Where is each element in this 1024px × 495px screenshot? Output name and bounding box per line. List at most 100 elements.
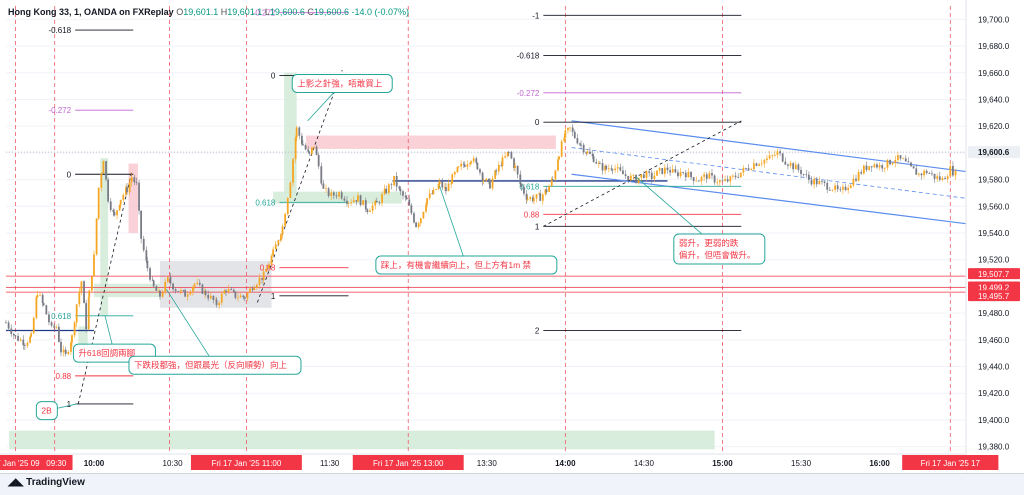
candle-body xyxy=(569,127,571,129)
candle-body xyxy=(450,183,453,185)
callout-text: 偏升，但唔會做升。 xyxy=(679,250,756,260)
candle-body xyxy=(251,288,254,290)
candle-body xyxy=(338,192,340,197)
candle-body xyxy=(831,189,834,191)
candle-body xyxy=(802,174,805,175)
candle-body xyxy=(383,188,386,195)
candle-body xyxy=(29,336,31,343)
candle-body xyxy=(307,149,310,152)
tradingview-brand[interactable]: ◢◣ TradingView xyxy=(8,477,85,488)
candle-body xyxy=(415,222,417,228)
candle-body xyxy=(410,205,413,214)
candle-body xyxy=(614,168,616,171)
candle-body xyxy=(797,164,800,170)
candle-body xyxy=(437,184,440,190)
candle-body xyxy=(591,153,594,157)
candle-body xyxy=(779,151,781,154)
candle-body xyxy=(784,161,787,165)
candle-body xyxy=(582,144,585,153)
candle-body xyxy=(891,162,894,165)
fib-set-3-level-label: -0.618 xyxy=(517,51,540,60)
candle-body xyxy=(274,244,277,250)
candle-body xyxy=(220,293,223,303)
candle-body xyxy=(653,175,656,179)
candle-body xyxy=(234,291,237,298)
callout-text: 踩上，有機會繼續向上，但上方有1m 禁 xyxy=(381,260,532,270)
candle-body xyxy=(616,167,619,169)
symbol-name[interactable]: Hong Kong 33, 1, OANDA on FXReplay xyxy=(8,7,174,17)
candle-body xyxy=(161,292,164,297)
candle-body xyxy=(184,290,187,297)
candle-body xyxy=(100,173,103,188)
candle-body xyxy=(857,172,860,181)
candle-body xyxy=(152,280,155,287)
candle-body xyxy=(109,201,112,211)
candle-body xyxy=(272,249,275,256)
candle-body xyxy=(481,172,484,182)
candle-body xyxy=(868,166,871,170)
candle-body xyxy=(22,339,25,346)
candle-body xyxy=(514,165,516,169)
candle-body xyxy=(41,294,44,304)
candle-body xyxy=(192,286,194,293)
candle-body xyxy=(807,174,810,180)
candle-body xyxy=(286,198,289,215)
candle-body xyxy=(457,166,460,168)
candle-body xyxy=(886,159,889,168)
price-tick-label: 19,560.0 xyxy=(978,202,1010,211)
candle-body xyxy=(766,158,768,160)
candle-body xyxy=(773,154,776,156)
candle-body xyxy=(501,157,504,166)
candle-body xyxy=(128,182,131,192)
price-tick-label: 19,540.0 xyxy=(978,229,1010,238)
candle-body xyxy=(705,174,708,179)
change-value: -14.0 (-0.07%) xyxy=(351,7,410,17)
fib-set-3-level-label: 2 xyxy=(535,326,540,335)
candle-body xyxy=(737,177,740,178)
candle-body xyxy=(97,187,100,219)
candle-body xyxy=(88,290,91,298)
candle-body xyxy=(476,162,479,170)
candle-body xyxy=(525,193,528,200)
candle-body xyxy=(507,152,510,153)
price-level-badge-label: 19,507.7 xyxy=(978,270,1010,279)
candle-body xyxy=(674,169,677,173)
candle-body xyxy=(847,188,850,191)
candle-body xyxy=(818,180,821,185)
candle-body xyxy=(138,182,140,211)
candle-body xyxy=(19,339,22,341)
candle-body xyxy=(71,335,73,343)
candle-body xyxy=(755,163,758,166)
candle-body xyxy=(378,202,381,204)
candle-body xyxy=(193,283,196,287)
candle-body xyxy=(920,173,923,176)
candle-body xyxy=(828,189,831,191)
candle-body xyxy=(425,204,427,212)
time-tick-label: 13:30 xyxy=(477,459,498,468)
chart-canvas[interactable]: -0.618 -0.272 0 0.618 0.88 1 -0.272 0 0.618 0.88 1… xyxy=(0,0,1024,494)
candle-body xyxy=(622,170,624,175)
candle-body xyxy=(399,188,402,192)
candle-body xyxy=(610,168,613,170)
candle-body xyxy=(752,163,755,170)
candle-body xyxy=(640,174,643,178)
candle-body xyxy=(402,191,404,196)
candle-body xyxy=(347,202,350,204)
candle-body xyxy=(130,177,133,183)
candle-body xyxy=(189,292,192,295)
candle-body xyxy=(432,189,435,194)
candle-body xyxy=(340,192,343,199)
candle-body xyxy=(142,238,145,251)
candle-body xyxy=(750,169,753,170)
candle-body xyxy=(936,176,939,179)
candle-body xyxy=(225,290,227,292)
time-tick-label: 09:30 xyxy=(46,459,67,468)
candle-body xyxy=(405,197,408,200)
candle-body xyxy=(70,342,72,352)
candle-body xyxy=(453,172,456,175)
candle-body xyxy=(83,281,85,304)
candle-body xyxy=(949,166,952,177)
candle-body xyxy=(470,161,472,164)
candle-body xyxy=(149,268,151,280)
open-value: 19,601.1 xyxy=(183,7,219,17)
